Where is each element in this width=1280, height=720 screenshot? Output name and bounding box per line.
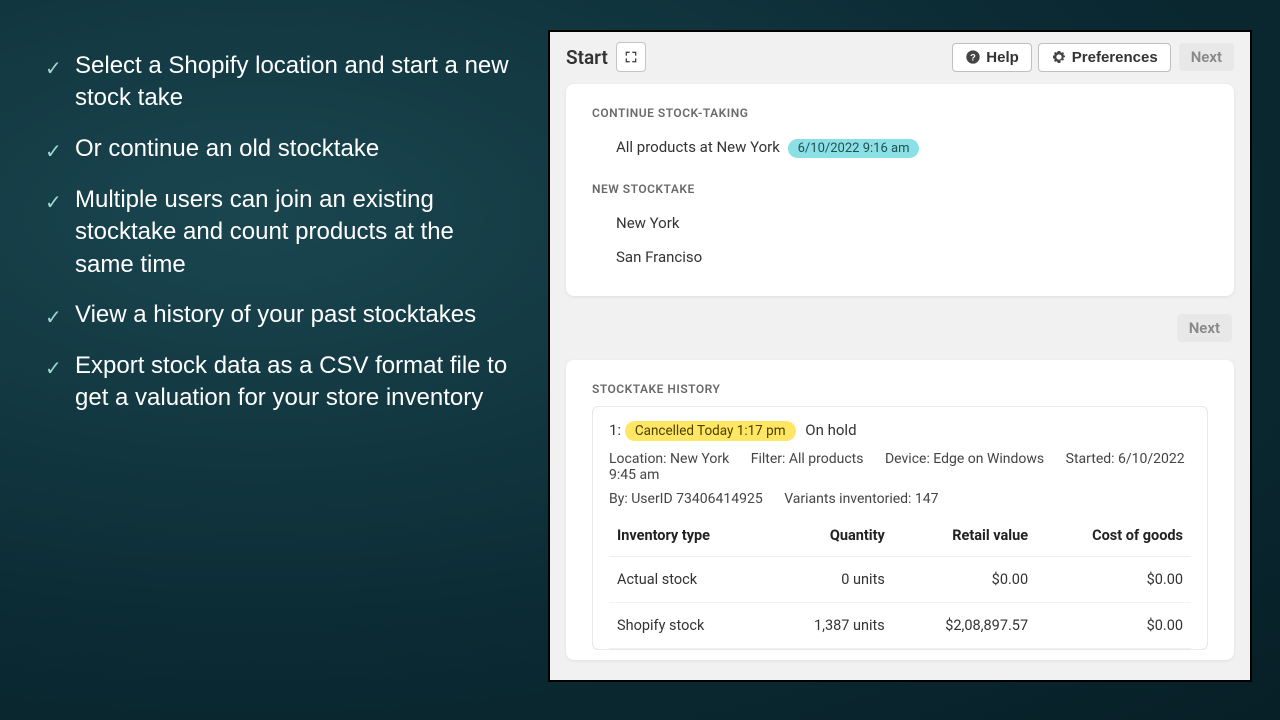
cell-cog: $0.00 bbox=[1036, 556, 1191, 602]
feature-item: ✓ Multiple users can join an existing st… bbox=[45, 184, 510, 281]
history-status: On hold bbox=[805, 421, 856, 439]
meta-filter: Filter: All products bbox=[751, 451, 864, 467]
check-icon: ✓ bbox=[45, 139, 75, 166]
timestamp-badge: 6/10/2022 9:16 am bbox=[788, 139, 920, 158]
cell-qty: 1,387 units bbox=[767, 602, 893, 648]
meta-device: Device: Edge on Windows bbox=[885, 451, 1044, 467]
page-title: Start bbox=[566, 46, 608, 69]
help-icon: ? bbox=[965, 49, 981, 65]
meta-variants: Variants inventoried: 147 bbox=[784, 491, 938, 507]
help-label: Help bbox=[986, 49, 1019, 66]
col-inventory-type: Inventory type bbox=[609, 515, 767, 557]
continue-stocktake-item[interactable]: All products at New York 6/10/2022 9:16 … bbox=[592, 130, 1208, 166]
app-window: Start ? Help Preferences Next CONTINUE S… bbox=[548, 30, 1252, 682]
table-row: Shopify stock 1,387 units $2,08,897.57 $… bbox=[609, 602, 1191, 648]
collapse-icon bbox=[623, 49, 639, 65]
location-item-newyork[interactable]: New York bbox=[592, 206, 1208, 240]
feature-text: Or continue an old stocktake bbox=[75, 133, 510, 165]
feature-text: Select a Shopify location and start a ne… bbox=[75, 50, 510, 115]
next-row: Next bbox=[566, 296, 1234, 342]
history-card: STOCKTAKE HISTORY 1: Cancelled Today 1:1… bbox=[566, 360, 1234, 660]
header-toolbar: Start ? Help Preferences Next bbox=[566, 32, 1234, 80]
cell-cog: $0.00 bbox=[1036, 602, 1191, 648]
stocktake-card: CONTINUE STOCK-TAKING All products at Ne… bbox=[566, 84, 1234, 296]
app-scroll-area[interactable]: Start ? Help Preferences Next CONTINUE S… bbox=[550, 32, 1250, 680]
next-button-mid[interactable]: Next bbox=[1177, 314, 1232, 342]
table-row: Actual stock 0 units $0.00 $0.00 bbox=[609, 556, 1191, 602]
inventory-table: Inventory type Quantity Retail value Cos… bbox=[609, 515, 1191, 649]
feature-item: ✓ Select a Shopify location and start a … bbox=[45, 50, 510, 115]
preferences-label: Preferences bbox=[1072, 49, 1158, 66]
check-icon: ✓ bbox=[45, 356, 75, 383]
check-icon: ✓ bbox=[45, 190, 75, 217]
cell-retail: $2,08,897.57 bbox=[893, 602, 1036, 648]
feature-text: View a history of your past stocktakes bbox=[75, 299, 510, 331]
next-button-disabled: Next bbox=[1179, 43, 1234, 71]
gear-icon bbox=[1051, 49, 1067, 65]
continue-section-label: CONTINUE STOCK-TAKING bbox=[592, 106, 1208, 120]
location-label: San Franciso bbox=[616, 248, 702, 266]
feature-text: Export stock data as a CSV format file t… bbox=[75, 350, 510, 415]
new-section-label: NEW STOCKTAKE bbox=[592, 182, 1208, 196]
cell-retail: $0.00 bbox=[893, 556, 1036, 602]
status-badge: Cancelled Today 1:17 pm bbox=[625, 421, 796, 441]
preferences-button[interactable]: Preferences bbox=[1038, 43, 1171, 72]
check-icon: ✓ bbox=[45, 56, 75, 83]
feature-list: ✓ Select a Shopify location and start a … bbox=[45, 50, 510, 415]
feature-text: Multiple users can join an existing stoc… bbox=[75, 184, 510, 281]
help-button[interactable]: ? Help bbox=[952, 43, 1032, 72]
history-entry: 1: Cancelled Today 1:17 pm On hold Locat… bbox=[592, 406, 1208, 650]
feature-item: ✓ Export stock data as a CSV format file… bbox=[45, 350, 510, 415]
history-meta-line-2: By: UserID 73406414925 Variants inventor… bbox=[609, 491, 1191, 507]
cell-type: Shopify stock bbox=[609, 602, 767, 648]
cell-type: Actual stock bbox=[609, 556, 767, 602]
feature-panel: ✓ Select a Shopify location and start a … bbox=[0, 0, 540, 720]
meta-location: Location: New York bbox=[609, 451, 729, 467]
col-quantity: Quantity bbox=[767, 515, 893, 557]
history-entry-head: 1: Cancelled Today 1:17 pm On hold bbox=[609, 421, 1191, 441]
meta-by: By: UserID 73406414925 bbox=[609, 491, 763, 507]
location-label: New York bbox=[616, 214, 679, 232]
history-meta-line-1: Location: New York Filter: All products … bbox=[609, 451, 1191, 483]
history-index: 1: bbox=[609, 421, 621, 439]
feature-item: ✓ Or continue an old stocktake bbox=[45, 133, 510, 166]
check-icon: ✓ bbox=[45, 305, 75, 332]
col-retail-value: Retail value bbox=[893, 515, 1036, 557]
cell-qty: 0 units bbox=[767, 556, 893, 602]
history-section-label: STOCKTAKE HISTORY bbox=[592, 382, 1208, 396]
location-item-sanfrancisco[interactable]: San Franciso bbox=[592, 240, 1208, 274]
col-cost-of-goods: Cost of goods bbox=[1036, 515, 1191, 557]
continue-item-text: All products at New York bbox=[616, 138, 780, 156]
collapse-button[interactable] bbox=[616, 42, 646, 72]
svg-text:?: ? bbox=[970, 52, 976, 62]
feature-item: ✓ View a history of your past stocktakes bbox=[45, 299, 510, 332]
